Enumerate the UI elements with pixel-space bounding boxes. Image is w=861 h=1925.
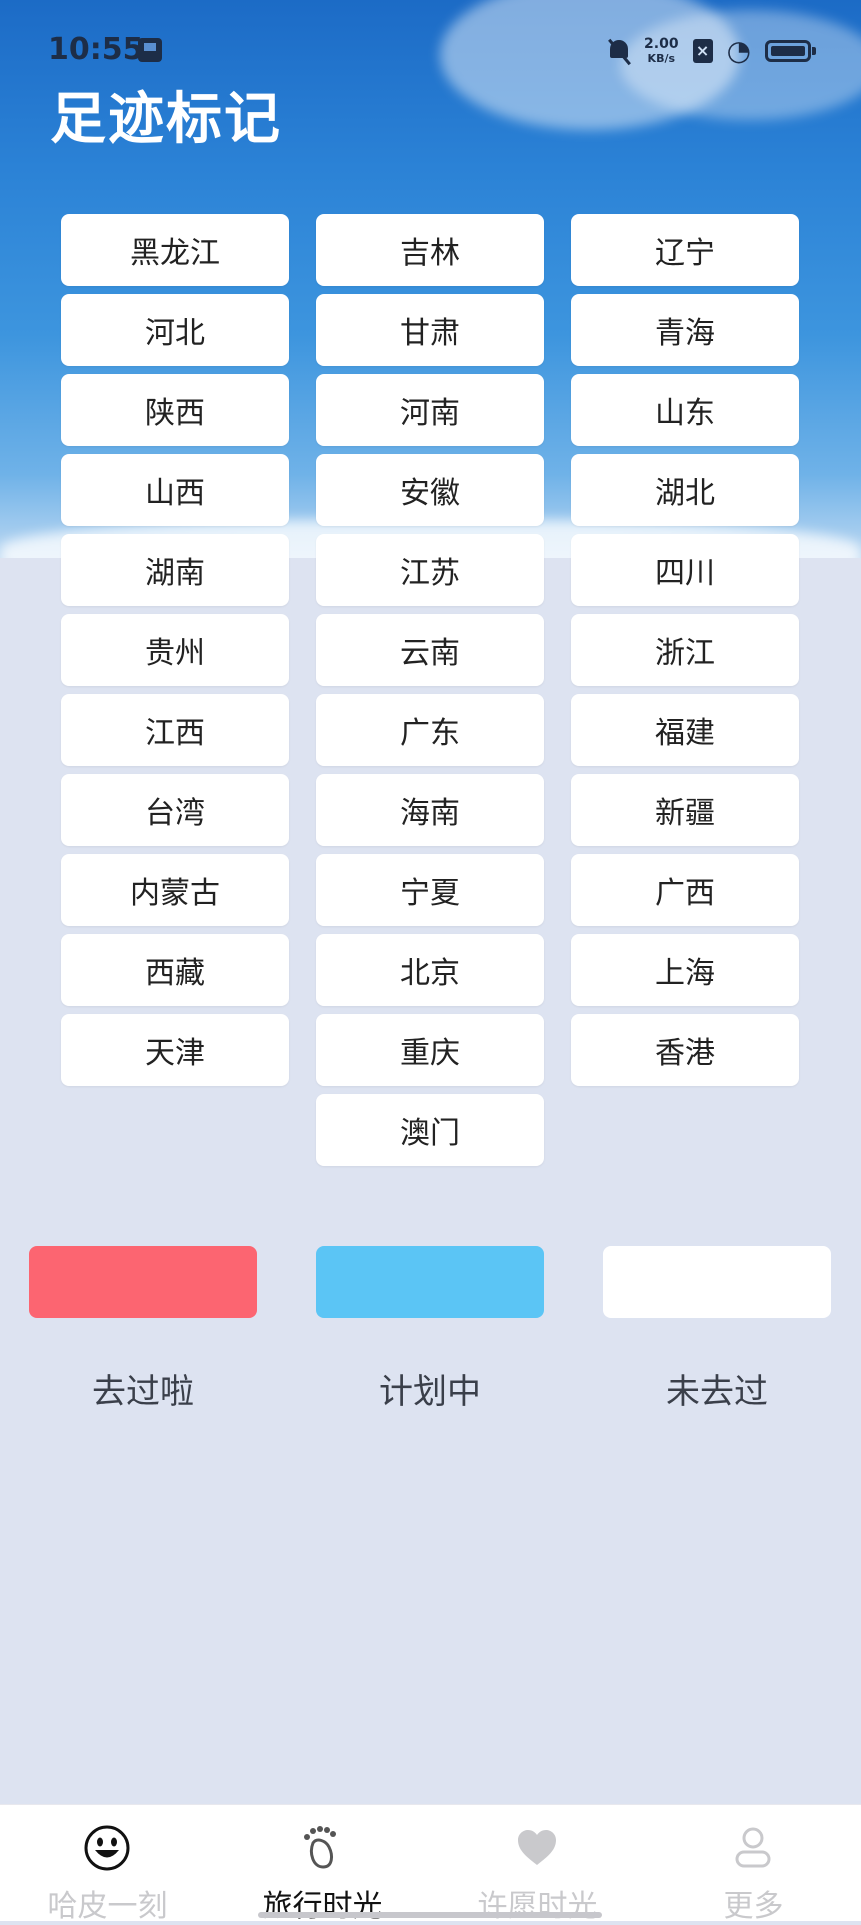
sd-card-icon <box>138 38 162 62</box>
province-button[interactable]: 新疆 <box>571 774 799 846</box>
net-speed-unit: KB/s <box>647 51 676 65</box>
battery-icon <box>765 40 816 62</box>
province-button[interactable]: 贵州 <box>61 614 289 686</box>
tab-label: 更多 <box>723 1889 784 1924</box>
province-button[interactable]: 湖南 <box>61 534 289 606</box>
heart-icon <box>518 1830 556 1865</box>
province-button[interactable]: 辽宁 <box>571 214 799 286</box>
province-button[interactable]: 陕西 <box>61 374 289 446</box>
footprint-icon <box>304 1826 336 1869</box>
province-button[interactable]: 福建 <box>571 694 799 766</box>
tab-wish-time[interactable]: 许愿时光 <box>430 1805 645 1924</box>
legend-label-not-visited: 未去过 <box>666 1372 768 1412</box>
province-button[interactable]: 河北 <box>61 294 289 366</box>
province-button[interactable]: 江苏 <box>316 534 544 606</box>
tab-label: 旅行时光 <box>262 1889 383 1924</box>
no-sim-icon: × <box>692 39 713 63</box>
province-button[interactable]: 天津 <box>61 1014 289 1086</box>
legend-swatch-visited <box>29 1246 257 1318</box>
net-speed: 2.00 KB/s <box>644 37 679 66</box>
wifi-icon: ◔ <box>726 34 751 67</box>
province-button[interactable]: 上海 <box>571 934 799 1006</box>
page-title: 足迹标记 <box>50 87 282 152</box>
tab-happy-moment[interactable]: 哈皮一刻 <box>0 1805 215 1924</box>
bell-muted-icon <box>608 38 630 64</box>
province-button[interactable]: 重庆 <box>316 1014 544 1086</box>
province-button[interactable]: 四川 <box>571 534 799 606</box>
tab-label: 哈皮一刻 <box>47 1889 168 1924</box>
legend-swatch-not-visited <box>603 1246 831 1318</box>
tab-travel-time[interactable]: 旅行时光 <box>215 1805 430 1924</box>
province-button[interactable]: 山西 <box>61 454 289 526</box>
province-button[interactable]: 江西 <box>61 694 289 766</box>
province-button[interactable]: 浙江 <box>571 614 799 686</box>
tab-more[interactable]: 更多 <box>646 1805 861 1924</box>
legend-swatch-planning <box>316 1246 544 1318</box>
province-button[interactable]: 甘肃 <box>316 294 544 366</box>
bottom-tab-bar: 哈皮一刻 旅行时光 许愿时光 更多 <box>0 1804 861 1924</box>
province-button[interactable]: 广东 <box>316 694 544 766</box>
province-button[interactable]: 内蒙古 <box>61 854 289 926</box>
province-button[interactable]: 安徽 <box>316 454 544 526</box>
legend-label-visited: 去过啦 <box>92 1372 194 1412</box>
province-button[interactable]: 黑龙江 <box>61 214 289 286</box>
province-button[interactable]: 台湾 <box>61 774 289 846</box>
province-button[interactable]: 山东 <box>571 374 799 446</box>
province-button[interactable]: 云南 <box>316 614 544 686</box>
province-button[interactable]: 海南 <box>316 774 544 846</box>
province-button[interactable]: 河南 <box>316 374 544 446</box>
province-button[interactable]: 北京 <box>316 934 544 1006</box>
home-indicator[interactable] <box>258 1912 602 1918</box>
smiley-icon <box>84 1825 130 1871</box>
province-button[interactable]: 西藏 <box>61 934 289 1006</box>
person-icon <box>735 1827 771 1868</box>
province-button[interactable]: 吉林 <box>316 214 544 286</box>
province-button[interactable]: 湖北 <box>571 454 799 526</box>
tab-label: 许愿时光 <box>477 1889 598 1924</box>
net-speed-value: 2.00 <box>644 35 679 52</box>
status-time: 10:55 <box>48 32 144 67</box>
province-button[interactable]: 香港 <box>571 1014 799 1086</box>
legend-label-planning: 计划中 <box>379 1372 481 1412</box>
province-button[interactable]: 广西 <box>571 854 799 926</box>
province-grid: 黑龙江 吉林 辽宁 河北 甘肃 青海 陕西 河南 山东 山西 安徽 湖北 湖南 … <box>61 214 801 1166</box>
province-button[interactable]: 澳门 <box>316 1094 544 1166</box>
province-button[interactable]: 青海 <box>571 294 799 366</box>
province-button[interactable]: 宁夏 <box>316 854 544 926</box>
